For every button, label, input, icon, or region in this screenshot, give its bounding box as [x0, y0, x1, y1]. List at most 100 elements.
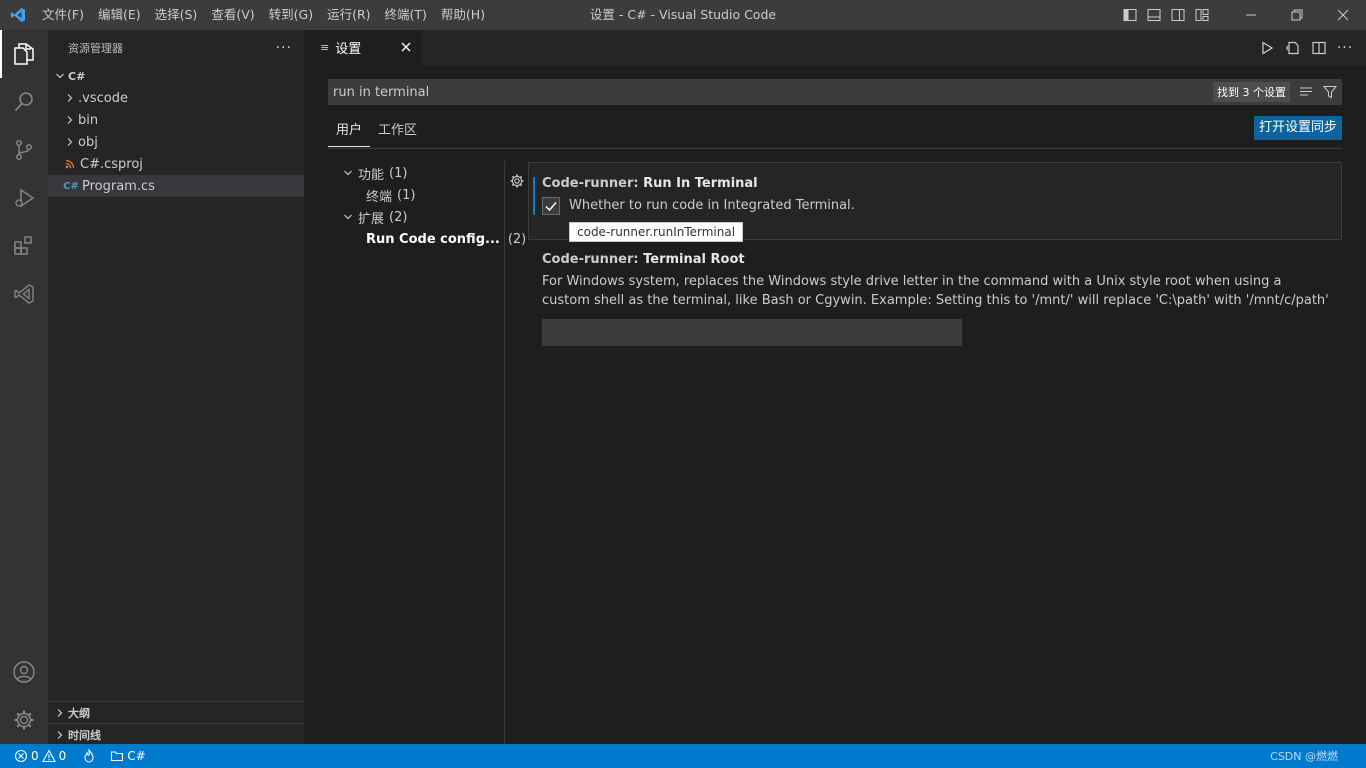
problems-status[interactable]: 0 0: [0, 744, 71, 768]
toc-count: (2): [507, 231, 527, 247]
rss-file-icon: [62, 156, 78, 172]
vscode-logo-icon: [0, 0, 35, 30]
toc-item-terminal[interactable]: 终端 (1): [328, 184, 504, 206]
error-count: 0: [31, 749, 39, 763]
chevron-right-icon: [52, 727, 68, 743]
tree-item-label: Program.cs: [82, 178, 155, 194]
tree-item-bin[interactable]: bin: [48, 109, 304, 131]
run-in-terminal-checkbox[interactable]: [542, 196, 560, 215]
extensions-icon[interactable]: [0, 222, 48, 270]
tree-item-label: .vscode: [78, 90, 128, 106]
setting-title: Code-runner: Run In Terminal: [542, 176, 758, 191]
editor-actions: ···: [1254, 30, 1358, 65]
folder-status[interactable]: C#: [105, 744, 150, 768]
manage-gear-icon[interactable]: [0, 696, 48, 744]
toc-label: 终端: [366, 189, 393, 205]
settings-search-input[interactable]: run in terminal 找到 3 个设置: [328, 79, 1342, 105]
tree-item-obj[interactable]: obj: [48, 131, 304, 153]
settings-search-value: run in terminal: [333, 84, 430, 100]
search-icon[interactable]: [0, 78, 48, 126]
setting-title: Code-runner: Terminal Root: [542, 252, 745, 267]
close-window-icon[interactable]: [1320, 0, 1366, 30]
sync-settings-button[interactable]: 打开设置同步: [1253, 116, 1342, 140]
tree-item-label: C#.csproj: [80, 156, 143, 172]
restore-icon[interactable]: [1274, 0, 1320, 30]
tree-item-label: obj: [78, 134, 98, 150]
explorer-sidebar: 资源管理器 ··· C# .vscode bin obj C#.csproj C…: [48, 30, 304, 744]
timeline-label: 时间线: [68, 728, 101, 742]
chevron-right-icon: [62, 112, 78, 128]
explorer-icon[interactable]: [0, 30, 48, 78]
menu-run[interactable]: 运行(R): [320, 0, 377, 30]
outline-section[interactable]: 大纲: [48, 701, 304, 723]
toc-count: (1): [397, 187, 416, 203]
terminal-root-input[interactable]: [542, 319, 962, 346]
run-play-icon[interactable]: [1254, 30, 1280, 65]
customize-layout-icon[interactable]: [1190, 0, 1214, 30]
toc-count: (1): [389, 165, 408, 181]
minimize-icon[interactable]: [1228, 0, 1274, 30]
menu-view[interactable]: 查看(V): [204, 0, 261, 30]
warning-count: 0: [58, 749, 67, 763]
menu-edit[interactable]: 编辑(E): [91, 0, 148, 30]
setting-gear-icon[interactable]: [509, 173, 525, 189]
run-debug-icon[interactable]: [0, 174, 48, 222]
title-bar: 文件(F) 编辑(E) 选择(S) 查看(V) 转到(G) 运行(R) 终端(T…: [0, 0, 1366, 30]
timeline-section[interactable]: 时间线: [48, 723, 304, 745]
toc-item-extensions[interactable]: 扩展 (2): [328, 206, 504, 228]
toggle-panel-icon[interactable]: [1142, 0, 1166, 30]
open-settings-json-icon[interactable]: [1280, 30, 1306, 65]
setting-key: Terminal Root: [643, 252, 745, 267]
tree-item-csproj[interactable]: C#.csproj: [48, 153, 304, 175]
close-icon[interactable]: [398, 39, 414, 55]
toggle-sidebar-icon[interactable]: [1118, 0, 1142, 30]
folder-root[interactable]: C#: [48, 65, 304, 87]
error-icon: [14, 749, 28, 763]
tab-user[interactable]: 用户: [328, 116, 371, 147]
toc-item-run-code-config[interactable]: Run Code config... (2): [328, 228, 526, 250]
more-actions-icon[interactable]: ···: [276, 40, 292, 56]
flame-icon[interactable]: [77, 744, 101, 768]
more-actions-icon[interactable]: ···: [1332, 30, 1358, 65]
menu-help[interactable]: 帮助(H): [434, 0, 492, 30]
menu-selection[interactable]: 选择(S): [148, 0, 205, 30]
tree-item-vscode[interactable]: .vscode: [48, 87, 304, 109]
accounts-icon[interactable]: [0, 648, 48, 696]
visual-studio-icon[interactable]: [0, 270, 48, 318]
settings-list-icon: ≡: [320, 41, 330, 54]
filter-icon[interactable]: [1318, 79, 1342, 105]
chevron-down-icon: [340, 209, 356, 225]
settings-scope-tabs: 用户 工作区: [328, 116, 425, 148]
toggle-secondary-sidebar-icon[interactable]: [1166, 0, 1190, 30]
outline-label: 大纲: [68, 706, 90, 720]
watermark-text: CSDN @燃燃: [1270, 750, 1338, 763]
toc-label: Run Code config...: [366, 231, 500, 247]
activity-bar: [0, 30, 48, 744]
toc-label: 扩展: [358, 211, 385, 227]
status-right: CSDN @燃燃: [1270, 744, 1366, 768]
result-count-badge: 找到 3 个设置: [1213, 82, 1290, 102]
tab-settings[interactable]: ≡ 设置: [304, 30, 422, 65]
focus-indicator: [533, 177, 535, 215]
menu-file[interactable]: 文件(F): [35, 0, 91, 30]
menu-go[interactable]: 转到(G): [262, 0, 320, 30]
source-control-icon[interactable]: [0, 126, 48, 174]
setting-terminal-root[interactable]: Code-runner: Terminal Root For Windows s…: [528, 252, 1342, 352]
csharp-file-icon: C#: [63, 180, 79, 192]
chevron-down-icon: [52, 68, 68, 84]
tree-item-program-cs[interactable]: C# Program.cs: [48, 175, 304, 197]
clear-filter-list-icon[interactable]: [1294, 79, 1318, 105]
toc-item-features[interactable]: 功能 (1): [328, 162, 504, 184]
chevron-right-icon: [52, 705, 68, 721]
scope-divider: [328, 148, 1342, 149]
toc-label: 功能: [358, 167, 385, 183]
tree-item-label: bin: [78, 112, 99, 128]
tab-workspace[interactable]: 工作区: [370, 116, 425, 147]
toc-count: (2): [389, 209, 408, 225]
setting-category: Code-runner:: [542, 252, 644, 267]
menu-terminal[interactable]: 终端(T): [378, 0, 434, 30]
chevron-down-icon: [340, 165, 356, 181]
split-editor-icon[interactable]: [1306, 30, 1332, 65]
chevron-right-icon: [62, 90, 78, 106]
editor-area: ≡ 设置 ··· run in terminal 找到 3 个设置 用户 工作区…: [304, 30, 1366, 744]
